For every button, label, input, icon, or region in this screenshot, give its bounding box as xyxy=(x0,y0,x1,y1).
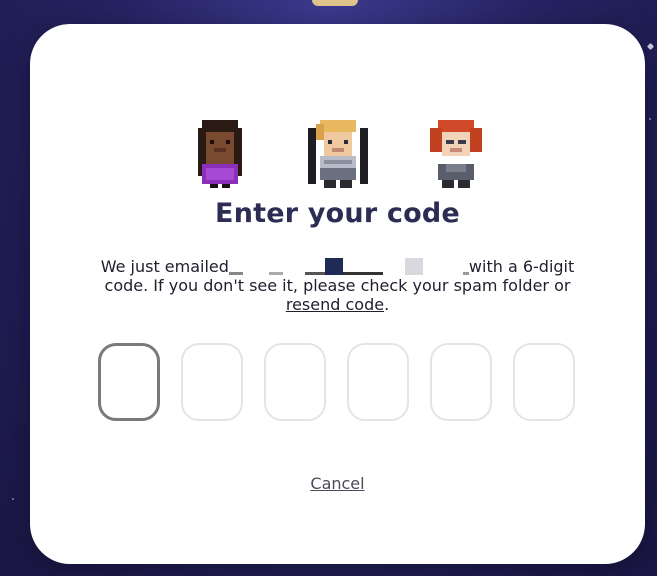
avatar-red-hair-icon xyxy=(422,116,490,192)
header-glow xyxy=(312,0,358,6)
dialog-title: Enter your code xyxy=(215,198,460,229)
cancel-link[interactable]: Cancel xyxy=(310,474,364,493)
redacted-email-icon xyxy=(228,258,469,276)
avatar-blonde-armor-icon xyxy=(304,116,372,192)
description-end: . xyxy=(384,295,390,314)
star-icon xyxy=(646,42,655,51)
avatar-purple-dress-icon xyxy=(186,116,254,192)
code-digit-6[interactable] xyxy=(513,343,575,421)
description-prefix: We just emailed xyxy=(100,257,229,276)
star-icon xyxy=(12,498,14,500)
star-icon xyxy=(649,118,651,120)
code-digit-4[interactable] xyxy=(347,343,409,421)
code-digit-1[interactable] xyxy=(98,343,160,421)
verification-dialog: Enter your code We just emailed with a 6-… xyxy=(30,24,645,564)
resend-code-link[interactable]: resend code xyxy=(286,295,384,314)
avatar-row xyxy=(30,116,645,192)
code-digit-3[interactable] xyxy=(264,343,326,421)
cancel-row: Cancel xyxy=(30,474,645,493)
code-digit-5[interactable] xyxy=(430,343,492,421)
dialog-description: We just emailed with a 6-digit code. If y… xyxy=(94,257,581,314)
code-input-group xyxy=(98,343,578,421)
code-digit-2[interactable] xyxy=(181,343,243,421)
